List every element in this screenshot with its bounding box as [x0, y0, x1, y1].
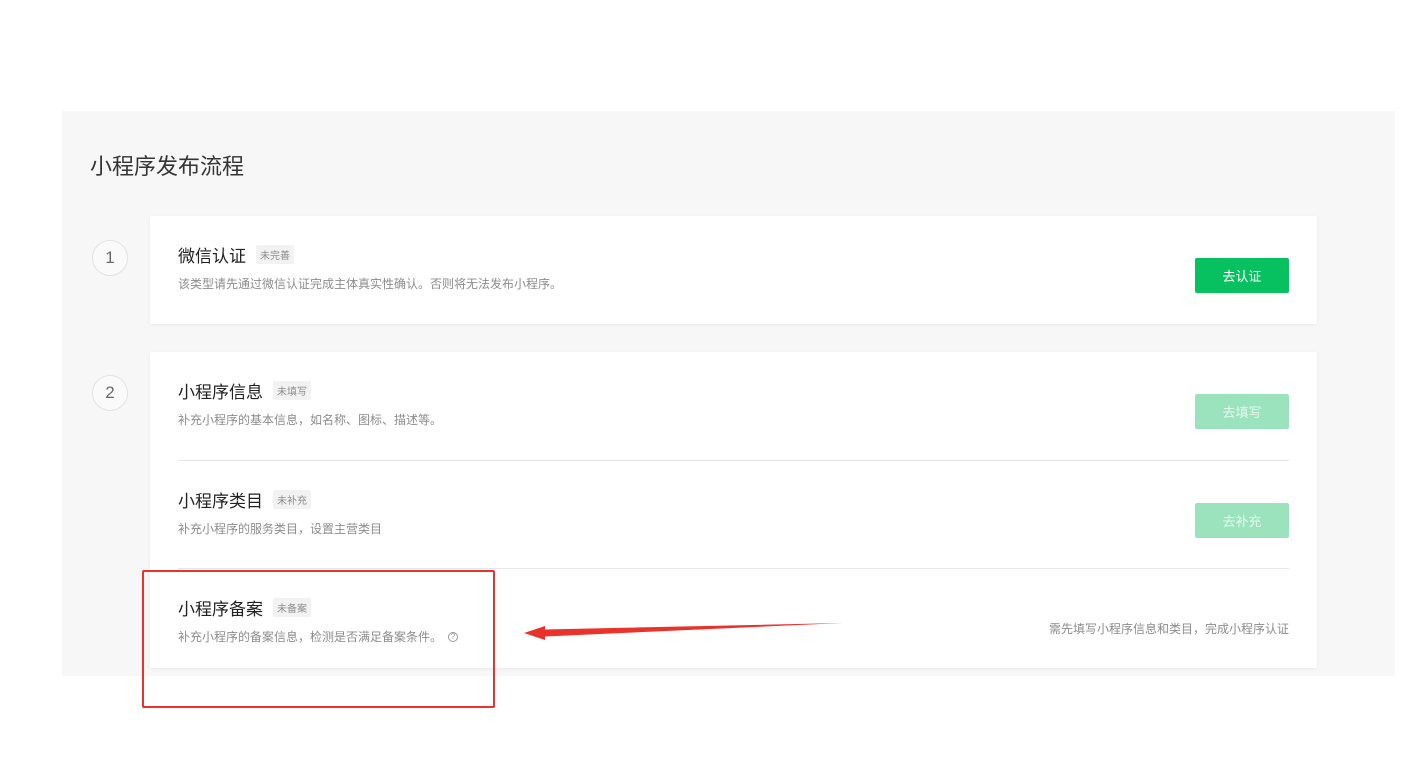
- annotation-arrow: [524, 623, 843, 640]
